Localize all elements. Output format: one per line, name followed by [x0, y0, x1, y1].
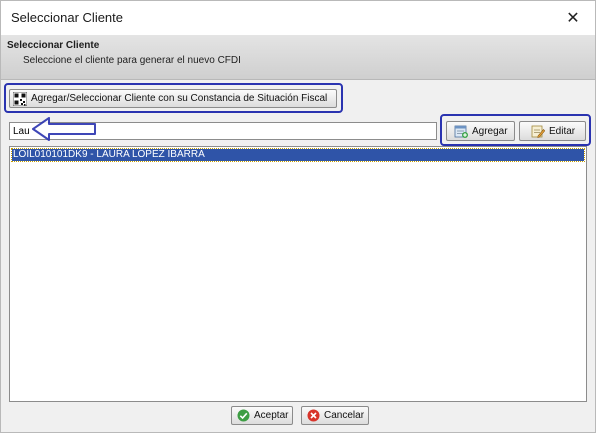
header-title: Seleccionar Cliente — [7, 40, 100, 51]
add-client-label: Agregar — [472, 125, 508, 137]
dialog-window: Seleccionar Cliente ✕ Seleccionar Client… — [0, 0, 596, 433]
qr-import-label: Agregar/Seleccionar Cliente con su Const… — [31, 93, 328, 104]
edit-client-button[interactable]: Editar — [519, 121, 586, 141]
edit-document-icon — [531, 124, 545, 138]
dialog-header: Seleccionar Cliente Seleccione el client… — [1, 35, 595, 80]
header-subtitle: Seleccione el cliente para generar el nu… — [23, 55, 241, 66]
accept-button[interactable]: Aceptar — [231, 406, 293, 425]
qr-import-button[interactable]: Agregar/Seleccionar Cliente con su Const… — [9, 89, 337, 108]
window-title: Seleccionar Cliente — [11, 10, 124, 25]
list-item-selected[interactable]: LOIL010101DK9 - LAURA LOPEZ IBARRA — [11, 148, 585, 162]
arrow-left-icon — [32, 117, 96, 141]
cancel-circle-icon — [307, 409, 320, 422]
dialog-content: Agregar/Seleccionar Cliente con su Const… — [1, 80, 595, 432]
add-document-icon — [454, 124, 468, 138]
title-bar: Seleccionar Cliente ✕ — [1, 1, 595, 35]
qr-code-icon — [13, 91, 27, 106]
client-list[interactable]: LOIL010101DK9 - LAURA LOPEZ IBARRA — [9, 146, 587, 402]
check-circle-icon — [237, 409, 250, 422]
close-icon[interactable]: ✕ — [551, 1, 595, 35]
cancel-label: Cancelar — [324, 410, 365, 421]
cancel-button[interactable]: Cancelar — [301, 406, 369, 425]
add-client-button[interactable]: Agregar — [446, 121, 515, 141]
accept-label: Aceptar — [254, 410, 289, 421]
edit-client-label: Editar — [549, 125, 576, 137]
